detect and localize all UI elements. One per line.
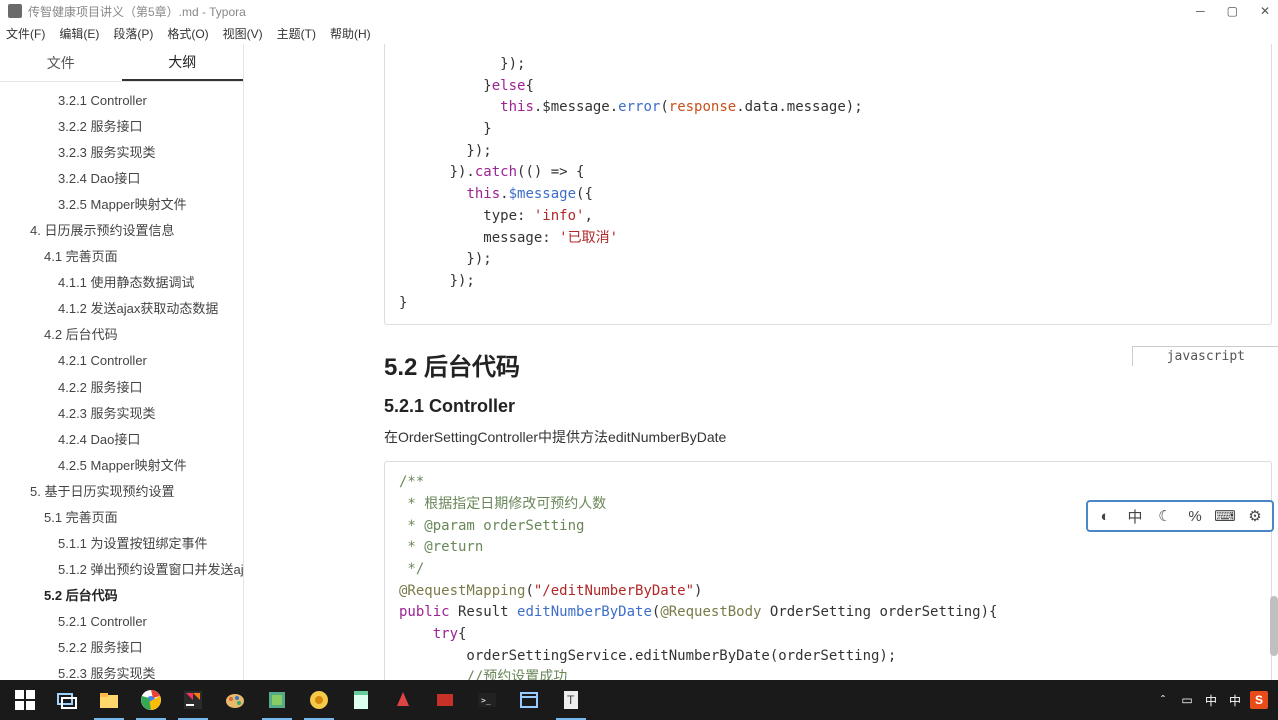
outline-item[interactable]: 5.2.3 服务实现类 xyxy=(0,661,243,680)
outline-item[interactable]: 3.2.3 服务实现类 xyxy=(0,140,243,166)
app-icon xyxy=(8,4,22,18)
ime-tool-5[interactable]: ⚙ xyxy=(1244,505,1266,527)
maximize-button[interactable]: ▢ xyxy=(1227,4,1238,18)
outline-item[interactable]: 5. 基于日历实现预约设置 xyxy=(0,479,243,505)
taskbar-paint[interactable] xyxy=(214,680,256,720)
outline-item[interactable]: 3.2.2 服务接口 xyxy=(0,114,243,140)
scrollbar[interactable] xyxy=(1266,44,1278,680)
close-button[interactable]: ✕ xyxy=(1260,4,1270,18)
scrollbar-thumb[interactable] xyxy=(1270,596,1278,656)
taskbar-redis[interactable] xyxy=(424,680,466,720)
menu-1[interactable]: 编辑(E) xyxy=(59,25,99,42)
outline-item[interactable]: 4.2 后台代码 xyxy=(0,322,243,348)
tab-files[interactable]: 文件 xyxy=(0,44,122,81)
outline-item[interactable]: 4. 日历展示预约设置信息 xyxy=(0,218,243,244)
outline-item[interactable]: 4.2.3 服务实现类 xyxy=(0,401,243,427)
taskbar-terminal[interactable]: >_ xyxy=(466,680,508,720)
code-lang-label[interactable]: javascript xyxy=(1132,346,1278,366)
menu-3[interactable]: 格式(O) xyxy=(167,25,208,42)
ime-tool-4[interactable]: ⌨ xyxy=(1214,505,1236,527)
taskbar-app-window[interactable] xyxy=(508,680,550,720)
menu-4[interactable]: 视图(V) xyxy=(223,25,263,42)
ime-tool-1[interactable]: 中 xyxy=(1124,505,1146,527)
menu-0[interactable]: 文件(F) xyxy=(6,25,45,42)
outline-item[interactable]: 4.1 完善页面 xyxy=(0,244,243,270)
ime-tool-0[interactable]: ◐ xyxy=(1094,505,1116,527)
menu-2[interactable]: 段落(P) xyxy=(113,25,153,42)
svg-text:T: T xyxy=(567,693,575,707)
tray-ime-mode[interactable]: 中 xyxy=(1202,691,1220,709)
taskbar-app-yellow[interactable] xyxy=(298,680,340,720)
tray-chevron-up-icon[interactable]: ˆ xyxy=(1154,691,1172,709)
ime-floating-toolbar[interactable]: ◐ 中 ☾% ⌨ ⚙ xyxy=(1086,500,1274,532)
paragraph-desc[interactable]: 在OrderSettingController中提供方法editNumberBy… xyxy=(384,427,1278,447)
taskbar-chrome[interactable] xyxy=(130,680,172,720)
outline-item[interactable]: 5.1 完善页面 xyxy=(0,505,243,531)
outline-item[interactable]: 5.2 后台代码 xyxy=(0,583,243,609)
outline-item[interactable]: 3.2.4 Dao接口 xyxy=(0,166,243,192)
heading-5-2-1[interactable]: 5.2.1 Controller xyxy=(384,396,1278,417)
outline-item[interactable]: 4.1.1 使用静态数据调试 xyxy=(0,270,243,296)
tray-sogou-icon[interactable]: S xyxy=(1250,691,1268,709)
taskbar-explorer[interactable] xyxy=(88,680,130,720)
outline-item[interactable]: 4.1.2 发送ajax获取动态数据 xyxy=(0,296,243,322)
outline-item[interactable]: 5.2.1 Controller xyxy=(0,609,243,635)
taskbar-taskview[interactable] xyxy=(46,680,88,720)
taskbar-app-red[interactable] xyxy=(382,680,424,720)
outline-item[interactable]: 5.2.2 服务接口 xyxy=(0,635,243,661)
taskbar-typora[interactable]: T xyxy=(550,680,592,720)
tab-outline[interactable]: 大纲 xyxy=(122,44,244,81)
outline-item[interactable]: 4.2.1 Controller xyxy=(0,348,243,374)
ime-tool-2[interactable]: ☾ xyxy=(1154,505,1176,527)
outline-item[interactable]: 3.2.1 Controller xyxy=(0,88,243,114)
ime-tool-3[interactable]: % xyxy=(1184,505,1206,527)
window-title: 传智健康项目讲义（第5章）.md - Typora xyxy=(28,3,1196,20)
menu-6[interactable]: 帮助(H) xyxy=(330,25,371,42)
tray-ime-mode2[interactable]: 中 xyxy=(1226,691,1244,709)
outline-item[interactable]: 4.2.2 服务接口 xyxy=(0,375,243,401)
taskbar-notepad[interactable] xyxy=(340,680,382,720)
outline-item[interactable]: 5.1.2 弹出预约设置窗口并发送ajax请求 xyxy=(0,557,243,583)
svg-text:>_: >_ xyxy=(481,696,491,705)
code-block-js[interactable]: }); }else{ this.$message.error(response.… xyxy=(384,44,1272,325)
outline-item[interactable]: 4.2.5 Mapper映射文件 xyxy=(0,453,243,479)
taskbar-start[interactable] xyxy=(4,680,46,720)
taskbar-zookeeper[interactable] xyxy=(256,680,298,720)
taskbar-intellij[interactable] xyxy=(172,680,214,720)
menu-5[interactable]: 主题(T) xyxy=(277,25,316,42)
tray-network-icon[interactable]: ▭ xyxy=(1178,691,1196,709)
outline-item[interactable]: 4.2.4 Dao接口 xyxy=(0,427,243,453)
code-block-java[interactable]: /** * 根据指定日期修改可预约人数 * @param orderSettin… xyxy=(384,461,1272,680)
minimize-button[interactable]: ─ xyxy=(1196,4,1205,18)
outline-item[interactable]: 5.1.1 为设置按钮绑定事件 xyxy=(0,531,243,557)
outline-item[interactable]: 3.2.5 Mapper映射文件 xyxy=(0,192,243,218)
outline-panel: 3.2.1 Controller3.2.2 服务接口3.2.3 服务实现类3.2… xyxy=(0,82,243,680)
